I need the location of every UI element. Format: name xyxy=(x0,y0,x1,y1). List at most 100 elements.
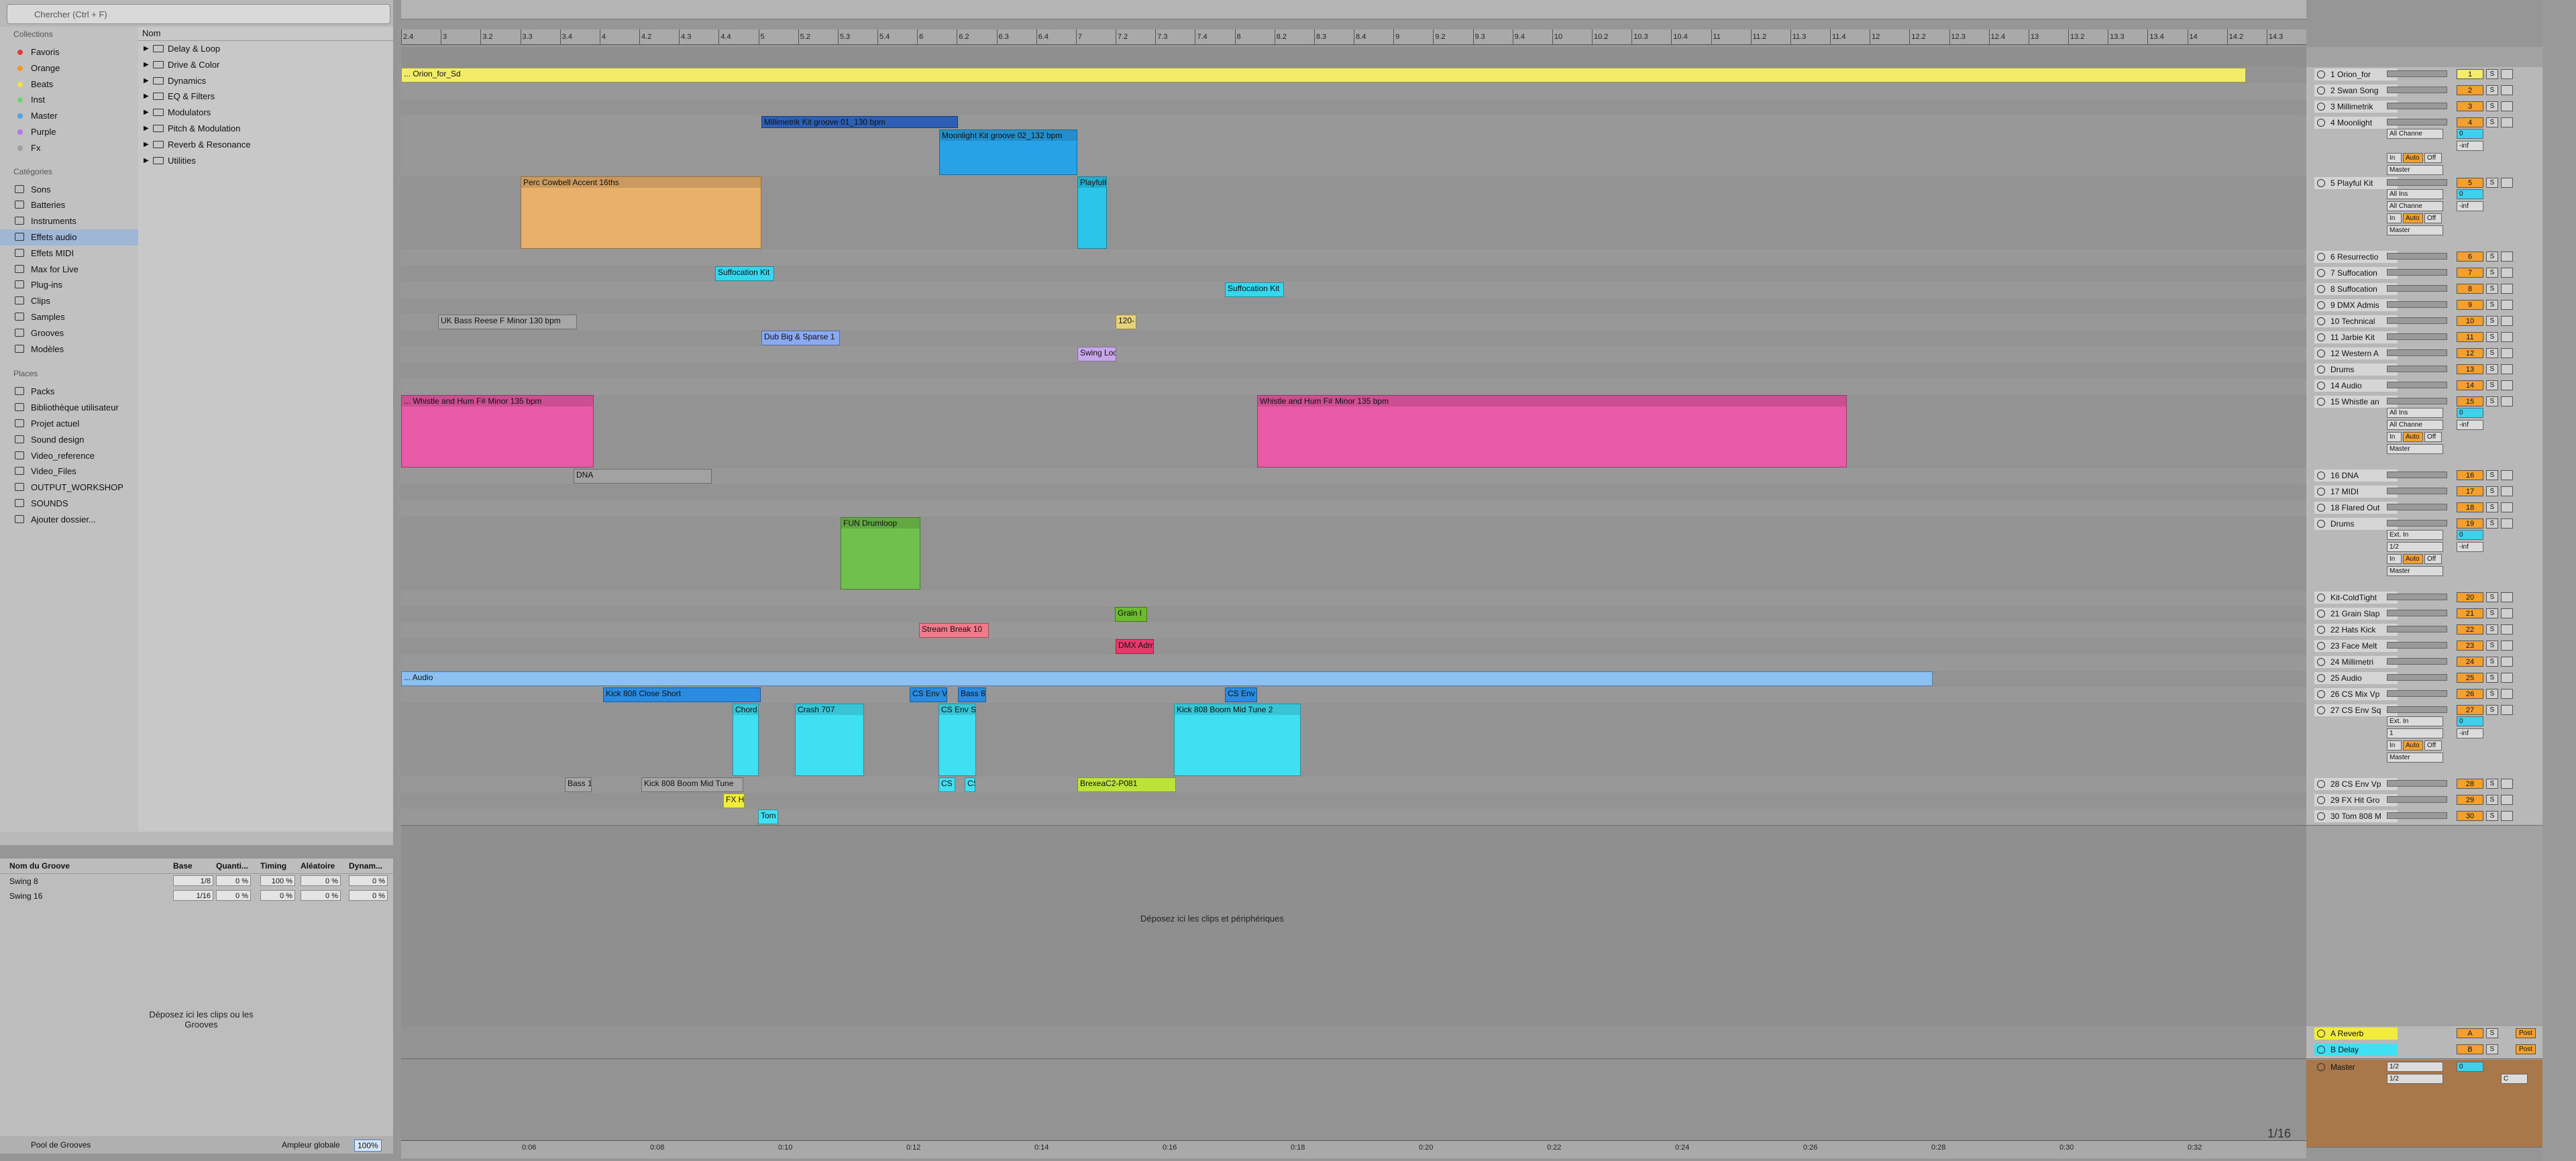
collection-item[interactable]: Beats xyxy=(0,76,138,93)
track-header[interactable]: 17 MIDI 17 S xyxy=(2306,484,2542,501)
input-type-select[interactable]: All Ins xyxy=(2387,189,2443,199)
right-scroll-strip[interactable] xyxy=(2542,0,2576,1161)
master-pan-value[interactable]: C xyxy=(2501,1074,2528,1084)
track-activator-button[interactable]: 22 xyxy=(2457,624,2483,634)
arrangement-clip[interactable]: Tom xyxy=(758,810,778,824)
track-name[interactable]: 28 CS Env Vp xyxy=(2314,778,2398,790)
arrangement-clip[interactable]: Stream Break 10 xyxy=(919,623,989,638)
collection-item[interactable]: Inst xyxy=(0,92,138,108)
groove-value-field[interactable]: 0 % xyxy=(349,890,388,901)
arrangement-clip[interactable]: Dub Big & Sparse 1 xyxy=(761,331,840,345)
track-fold-icon[interactable] xyxy=(2317,642,2325,650)
arm-button[interactable] xyxy=(2501,284,2513,294)
return-activator-button[interactable]: A xyxy=(2457,1028,2483,1038)
solo-button[interactable]: S xyxy=(2486,673,2498,683)
solo-button[interactable]: S xyxy=(2486,689,2498,699)
arrangement-clip[interactable]: CS xyxy=(938,777,955,792)
track-activator-button[interactable]: 8 xyxy=(2457,284,2483,294)
track-pan-value[interactable]: -inf xyxy=(2457,141,2483,151)
groove-row[interactable]: Swing 16 1/16 0 % 0 % 0 % 0 % xyxy=(0,889,393,903)
arm-button[interactable] xyxy=(2501,502,2513,512)
track-activator-button[interactable]: 11 xyxy=(2457,332,2483,342)
search-input[interactable]: Chercher (Ctrl + F) xyxy=(7,4,390,24)
track-activator-button[interactable]: 14 xyxy=(2457,380,2483,390)
track-pan-value[interactable]: -inf xyxy=(2457,201,2483,211)
groove-column-header[interactable]: Quanti... xyxy=(216,859,248,873)
volume-slider[interactable] xyxy=(2387,796,2447,803)
track-header[interactable]: 21 Grain Slap 21 S xyxy=(2306,606,2542,623)
groove-column-header[interactable]: Aléatoire xyxy=(301,859,335,873)
arm-button[interactable] xyxy=(2501,608,2513,618)
arrangement-clip[interactable]: Moonlight Kit groove 02_132 bpm xyxy=(939,129,1077,175)
track-fold-icon[interactable] xyxy=(2317,70,2325,78)
solo-button[interactable]: S xyxy=(2486,470,2498,480)
master-input2-select[interactable]: 1/2 xyxy=(2387,1074,2443,1084)
arm-button[interactable] xyxy=(2501,117,2513,127)
volume-slider[interactable] xyxy=(2387,301,2447,308)
track-pan-value[interactable]: -inf xyxy=(2457,542,2483,552)
track-fold-icon[interactable] xyxy=(2317,706,2325,714)
arrangement-clip[interactable]: CS xyxy=(965,777,975,792)
monitor-auto-button[interactable]: Auto xyxy=(2403,153,2423,163)
track-name[interactable]: 4 Moonlight xyxy=(2314,117,2398,129)
monitor-in-button[interactable]: In xyxy=(2387,213,2402,223)
track-fold-icon[interactable] xyxy=(2317,610,2325,618)
arm-button[interactable] xyxy=(2501,673,2513,683)
solo-button[interactable]: S xyxy=(2486,332,2498,342)
global-amount-value[interactable]: 100% xyxy=(354,1140,382,1152)
solo-button[interactable]: S xyxy=(2486,348,2498,358)
solo-button[interactable]: S xyxy=(2486,608,2498,618)
output-route-select[interactable]: Master xyxy=(2387,225,2443,235)
track-name[interactable]: 15 Whistle an xyxy=(2314,396,2398,408)
solo-button[interactable]: S xyxy=(2486,705,2498,715)
arm-button[interactable] xyxy=(2501,380,2513,390)
master-lane[interactable] xyxy=(401,1060,2306,1148)
browser-folder[interactable]: ▶ Delay & Loop xyxy=(138,41,393,57)
track-pan-value[interactable]: -inf xyxy=(2457,420,2483,430)
solo-button[interactable]: S xyxy=(2486,85,2498,95)
arm-button[interactable] xyxy=(2501,69,2513,79)
track-lane[interactable] xyxy=(401,500,2306,517)
input-type-select[interactable]: Ext. In xyxy=(2387,530,2443,540)
place-item[interactable]: Video_reference xyxy=(0,448,138,464)
track-header[interactable]: 15 Whistle an 15 S All Ins All Channe Master I… xyxy=(2306,394,2542,469)
track-fold-icon[interactable] xyxy=(2317,253,2325,261)
volume-slider[interactable] xyxy=(2387,349,2447,356)
arrangement-clip[interactable]: Whistle and Hum F# Minor 135 bpm xyxy=(1257,395,1847,467)
track-header[interactable]: 22 Hats Kick 22 S xyxy=(2306,622,2542,639)
collection-item[interactable]: Orange xyxy=(0,60,138,76)
track-activator-button[interactable]: 4 xyxy=(2457,117,2483,127)
category-item[interactable]: Effets MIDI xyxy=(0,245,138,262)
track-fold-icon[interactable] xyxy=(2317,269,2325,277)
track-activator-button[interactable]: 9 xyxy=(2457,300,2483,310)
groove-value-field[interactable]: 0 % xyxy=(301,890,341,901)
track-header[interactable]: 2 Swan Song 2 S xyxy=(2306,83,2542,100)
place-item[interactable]: Projet actuel xyxy=(0,416,138,432)
volume-slider[interactable] xyxy=(2387,70,2447,77)
name-column-header[interactable]: Nom xyxy=(138,27,393,41)
track-activator-button[interactable]: 2 xyxy=(2457,85,2483,95)
output-route-select[interactable]: Master xyxy=(2387,753,2443,763)
track-name[interactable]: Kit-ColdTight xyxy=(2314,592,2398,604)
track-header[interactable]: 1 Orion_for 1 S xyxy=(2306,67,2542,84)
track-name[interactable]: 11 Jarbie Kit xyxy=(2314,331,2398,343)
solo-button[interactable]: S xyxy=(2486,117,2498,127)
monitor-off-button[interactable]: Off xyxy=(2424,213,2442,223)
track-fold-icon[interactable] xyxy=(2317,119,2325,127)
arrangement-clip[interactable]: Kick 808 Boom Mid Tune xyxy=(641,777,743,792)
track-fold-icon[interactable] xyxy=(2317,103,2325,111)
groove-value-field[interactable]: 100 % xyxy=(260,875,295,886)
category-item[interactable]: Samples xyxy=(0,309,138,325)
solo-button[interactable]: S xyxy=(2486,268,2498,278)
track-fold-icon[interactable] xyxy=(2317,382,2325,390)
place-item[interactable]: Bibliothèque utilisateur xyxy=(0,400,138,416)
groove-row[interactable]: Swing 8 1/8 0 % 100 % 0 % 0 % xyxy=(0,874,393,889)
track-fold-icon[interactable] xyxy=(2317,349,2325,357)
arm-button[interactable] xyxy=(2501,364,2513,374)
volume-slider[interactable] xyxy=(2387,658,2447,665)
solo-button[interactable]: S xyxy=(2486,486,2498,496)
volume-slider[interactable] xyxy=(2387,520,2447,527)
track-header[interactable]: 4 Moonlight 4 S All Channe Master In Auto Off 0 -… xyxy=(2306,115,2542,176)
place-item[interactable]: Video_Files xyxy=(0,463,138,480)
track-name[interactable]: 6 Resurrectio xyxy=(2314,251,2398,263)
